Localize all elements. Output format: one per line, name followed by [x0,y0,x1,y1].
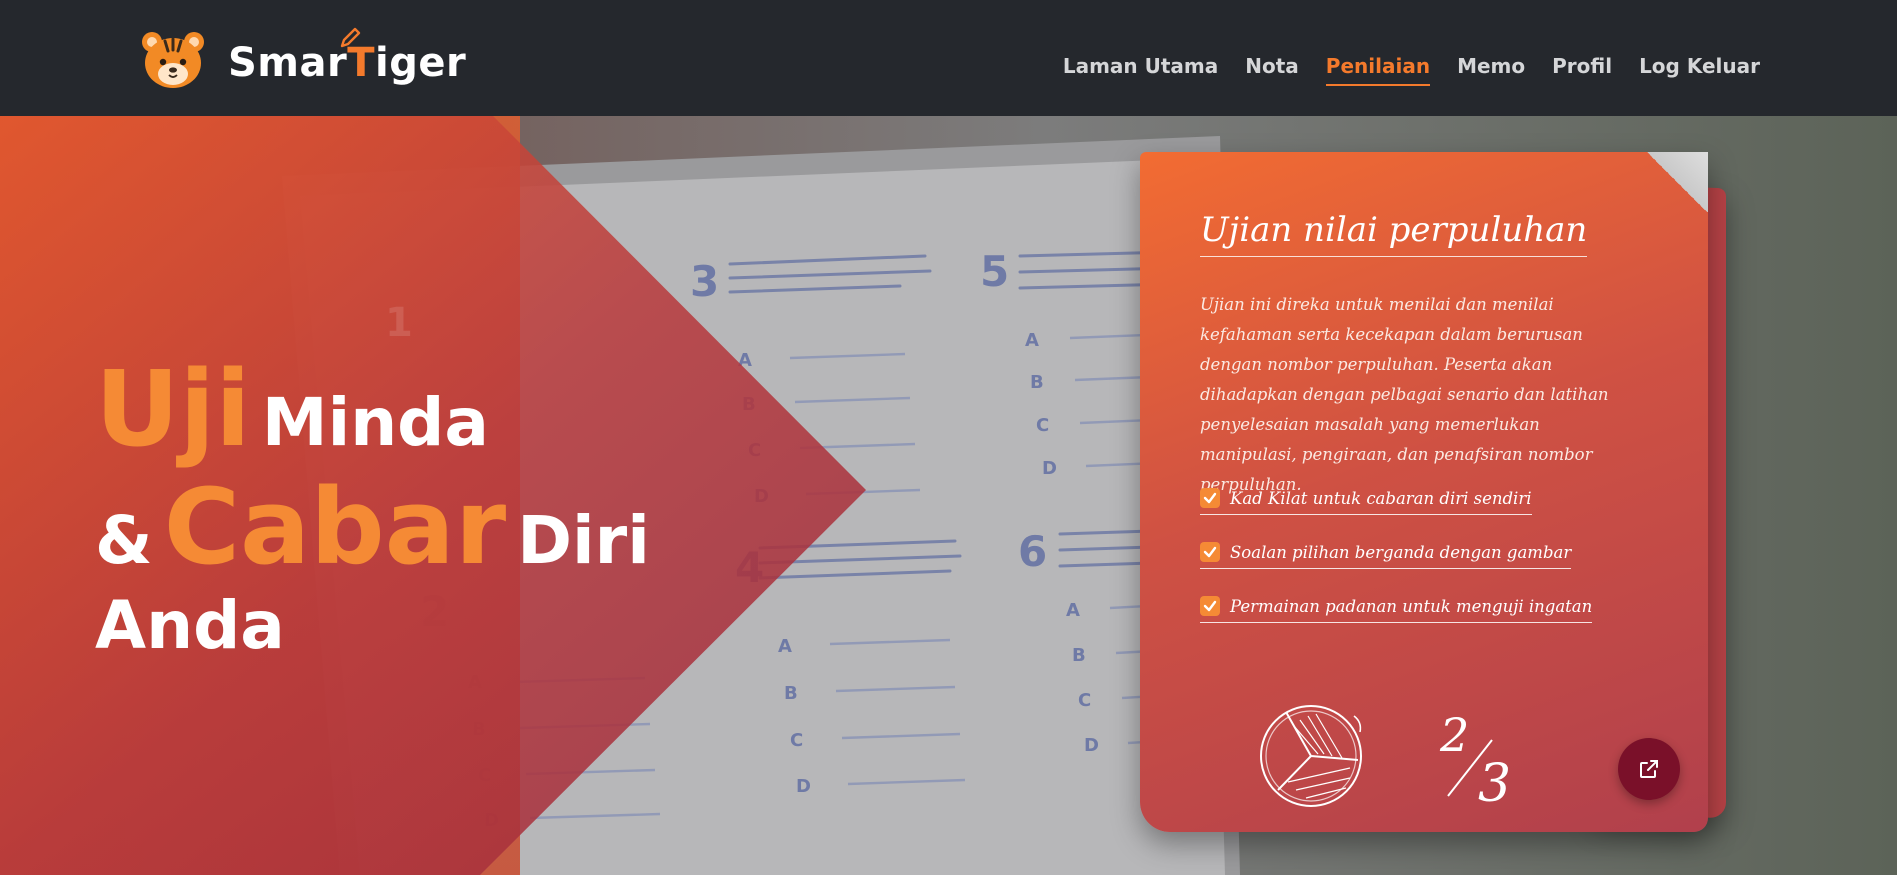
feature-item-matching-game[interactable]: Permainan padanan untuk menguji ingatan [1200,596,1593,623]
nav-item-laman-utama[interactable]: Laman Utama [1063,54,1218,86]
svg-text:C: C [1078,690,1091,711]
checkbox-checked-icon [1200,596,1220,616]
feature-label: Permainan padanan untuk menguji ingatan [1230,596,1593,616]
nav-item-nota[interactable]: Nota [1245,54,1299,86]
svg-text:B: B [1072,645,1086,666]
svg-text:A: A [1025,330,1039,351]
nav-item-memo[interactable]: Memo [1457,54,1525,86]
hero-line-1: Uji Minda [95,348,489,471]
brand-logo[interactable]: SmarTiger [138,26,466,90]
fraction-doodle: 2 3 [1440,708,1520,814]
nav-item-log-keluar[interactable]: Log Keluar [1639,54,1760,86]
svg-text:C: C [790,730,803,751]
svg-text:B: B [784,683,798,704]
pie-chart-doodle-icon [1260,705,1362,807]
card-description: Ujian ini direka untuk menilai dan menil… [1200,295,1609,494]
top-navbar: SmarTiger Laman Utama Nota Penilaian Mem… [0,0,1897,116]
feature-label: Soalan pilihan berganda dengan gambar [1230,542,1572,562]
svg-text:C: C [1036,415,1049,436]
feature-label: Kad Kilat untuk cabaran diri sendiri [1230,488,1532,508]
svg-text:3: 3 [690,257,719,306]
page-fold-corner [1646,152,1708,212]
checkbox-checked-icon [1200,488,1220,508]
open-external-button[interactable] [1618,738,1680,800]
feature-list: Kad Kilat untuk cabaran diri sendiri Soa… [1200,488,1593,650]
fraction-denominator: 3 [1478,754,1512,814]
checkbox-checked-icon [1200,542,1220,562]
quiz-card: Ujian nilai perpuluhan Ujian ini direka … [1140,152,1708,832]
svg-text:A: A [1066,600,1080,621]
feature-item-multiple-choice[interactable]: Soalan pilihan berganda dengan gambar [1200,542,1572,569]
svg-text:6: 6 [1018,527,1047,576]
nav-item-profil[interactable]: Profil [1552,54,1612,86]
svg-text:B: B [1030,372,1044,393]
pencil-icon [340,27,361,48]
svg-text:D: D [1084,735,1099,756]
hero-line-2: & Cabar Diri [95,466,650,589]
external-link-icon [1640,760,1658,778]
hero-line-3: Anda [95,587,285,665]
svg-text:A: A [778,636,792,657]
card-title: Ujian nilai perpuluhan [1200,210,1588,257]
main-menu: Laman Utama Nota Penilaian Memo Profil L… [1063,54,1760,86]
feature-item-flashcards[interactable]: Kad Kilat untuk cabaran diri sendiri [1200,488,1532,515]
svg-text:1: 1 [385,300,413,346]
tiger-mascot-icon [142,32,204,88]
svg-text:D: D [1042,458,1057,479]
nav-item-penilaian[interactable]: Penilaian [1325,54,1431,86]
svg-text:5: 5 [980,247,1009,296]
svg-text:D: D [796,776,811,797]
